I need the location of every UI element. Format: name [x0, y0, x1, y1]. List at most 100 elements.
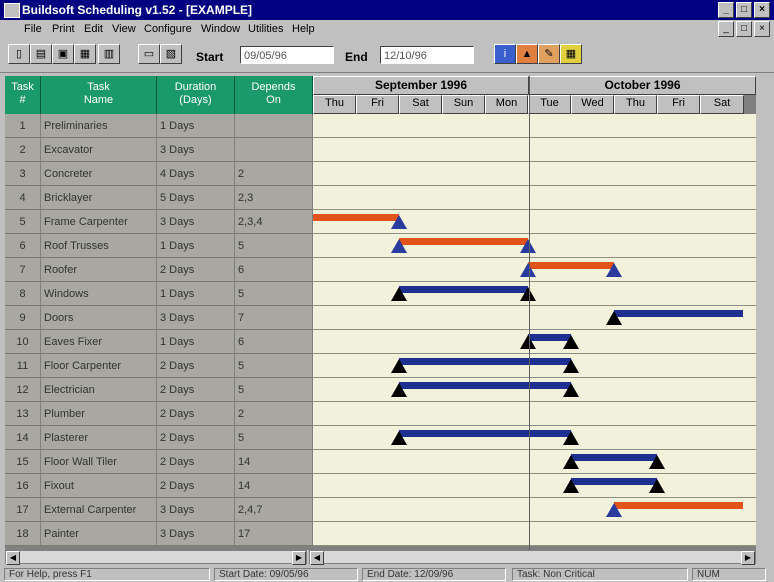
- gantt-row[interactable]: [313, 402, 756, 426]
- scroll-right-icon[interactable]: ▶: [292, 551, 306, 565]
- task-duration-cell[interactable]: 2 Days: [157, 426, 235, 450]
- task-duration-cell[interactable]: 1 Days: [157, 114, 235, 138]
- milestone-marker-icon[interactable]: [563, 335, 579, 349]
- task-name-cell[interactable]: Roofer: [41, 258, 157, 282]
- gantt-row[interactable]: [313, 186, 756, 210]
- task-row[interactable]: 18 Painter 3 Days 17: [5, 522, 756, 546]
- save-icon[interactable]: ▣: [52, 44, 74, 64]
- menu-print[interactable]: Print: [52, 23, 75, 35]
- task-name-cell[interactable]: Bricklayer: [41, 186, 157, 210]
- task-duration-cell[interactable]: 2 Days: [157, 378, 235, 402]
- task-row[interactable]: 1 Preliminaries 1 Days: [5, 114, 756, 138]
- gantt-row[interactable]: [313, 426, 756, 450]
- milestone-marker-icon[interactable]: [391, 431, 407, 445]
- task-depends-cell[interactable]: 2,3: [235, 186, 313, 210]
- task-depends-cell[interactable]: 2: [235, 162, 313, 186]
- chart-icon[interactable]: ▲: [516, 44, 538, 64]
- task-num-cell[interactable]: 6: [5, 234, 41, 258]
- gantt-row[interactable]: [313, 282, 756, 306]
- milestone-marker-icon[interactable]: [563, 431, 579, 445]
- task-row[interactable]: 13 Plumber 2 Days 2: [5, 402, 756, 426]
- task-row[interactable]: 2 Excavator 3 Days: [5, 138, 756, 162]
- milestone-marker-icon[interactable]: [391, 239, 407, 253]
- task-row[interactable]: 3 Concreter 4 Days 2: [5, 162, 756, 186]
- gantt-row[interactable]: [313, 522, 756, 546]
- task-row[interactable]: 10 Eaves Fixer 1 Days 6: [5, 330, 756, 354]
- scroll-left-icon[interactable]: ◀: [6, 551, 20, 565]
- task-name-cell[interactable]: Preliminaries: [41, 114, 157, 138]
- milestone-marker-icon[interactable]: [649, 479, 665, 493]
- task-depends-cell[interactable]: [235, 138, 313, 162]
- gantt-bar[interactable]: [399, 286, 528, 293]
- gantt-row[interactable]: [313, 138, 756, 162]
- task-duration-cell[interactable]: 3 Days: [157, 138, 235, 162]
- task-num-cell[interactable]: 10: [5, 330, 41, 354]
- header-task-num[interactable]: Task #: [5, 76, 41, 114]
- task-num-cell[interactable]: 8: [5, 282, 41, 306]
- gantt-row[interactable]: [313, 162, 756, 186]
- chart-horizontal-scrollbar[interactable]: ◀ ▶: [309, 550, 756, 565]
- gantt-bar[interactable]: [528, 262, 614, 269]
- menu-help[interactable]: Help: [292, 23, 315, 35]
- task-row[interactable]: 11 Floor Carpenter 2 Days 5: [5, 354, 756, 378]
- milestone-marker-icon[interactable]: [520, 263, 536, 277]
- open-icon[interactable]: ▤: [30, 44, 52, 64]
- gantt-row[interactable]: [313, 210, 756, 234]
- task-duration-cell[interactable]: 4 Days: [157, 162, 235, 186]
- task-depends-cell[interactable]: 6: [235, 330, 313, 354]
- task-name-cell[interactable]: External Carpenter: [41, 498, 157, 522]
- milestone-marker-icon[interactable]: [649, 455, 665, 469]
- task-duration-cell[interactable]: 2 Days: [157, 474, 235, 498]
- milestone-marker-icon[interactable]: [391, 359, 407, 373]
- task-duration-cell[interactable]: 2 Days: [157, 402, 235, 426]
- task-name-cell[interactable]: Plasterer: [41, 426, 157, 450]
- task-num-cell[interactable]: 4: [5, 186, 41, 210]
- task-row[interactable]: 15 Floor Wall Tiler 2 Days 14: [5, 450, 756, 474]
- task-duration-cell[interactable]: 1 Days: [157, 330, 235, 354]
- milestone-marker-icon[interactable]: [520, 335, 536, 349]
- menu-utilities[interactable]: Utilities: [248, 23, 283, 35]
- task-duration-cell[interactable]: 2 Days: [157, 354, 235, 378]
- gantt-bar[interactable]: [399, 382, 571, 389]
- task-depends-cell[interactable]: 2,4,7: [235, 498, 313, 522]
- milestone-marker-icon[interactable]: [391, 287, 407, 301]
- gantt-row[interactable]: [313, 258, 756, 282]
- task-num-cell[interactable]: 1: [5, 114, 41, 138]
- task-depends-cell[interactable]: 5: [235, 234, 313, 258]
- task-depends-cell[interactable]: 2,3,4: [235, 210, 313, 234]
- mdi-minimize-button[interactable]: _: [718, 21, 734, 37]
- task-duration-cell[interactable]: 2 Days: [157, 450, 235, 474]
- gantt-bar[interactable]: [614, 310, 743, 317]
- system-menu-icon[interactable]: [4, 3, 20, 18]
- task-num-cell[interactable]: 7: [5, 258, 41, 282]
- table-horizontal-scrollbar[interactable]: ◀ ▶: [5, 550, 307, 565]
- task-row[interactable]: 14 Plasterer 2 Days 5: [5, 426, 756, 450]
- milestone-marker-icon[interactable]: [563, 455, 579, 469]
- task-depends-cell[interactable]: 5: [235, 282, 313, 306]
- task-duration-cell[interactable]: 3 Days: [157, 210, 235, 234]
- menu-window[interactable]: Window: [201, 23, 240, 35]
- milestone-marker-icon[interactable]: [606, 263, 622, 277]
- task-num-cell[interactable]: 18: [5, 522, 41, 546]
- milestone-marker-icon[interactable]: [563, 359, 579, 373]
- task-depends-cell[interactable]: 7: [235, 306, 313, 330]
- task-depends-cell[interactable]: 2: [235, 402, 313, 426]
- minimize-button[interactable]: _: [718, 2, 734, 18]
- gantt-bar[interactable]: [571, 478, 657, 485]
- task-row[interactable]: 17 External Carpenter 3 Days 2,4,7: [5, 498, 756, 522]
- task-row[interactable]: 4 Bricklayer 5 Days 2,3: [5, 186, 756, 210]
- task-num-cell[interactable]: 11: [5, 354, 41, 378]
- maximize-button[interactable]: □: [736, 2, 752, 18]
- task-num-cell[interactable]: 9: [5, 306, 41, 330]
- milestone-marker-icon[interactable]: [520, 239, 536, 253]
- task-row[interactable]: 16 Fixout 2 Days 14: [5, 474, 756, 498]
- task-depends-cell[interactable]: 5: [235, 378, 313, 402]
- task-duration-cell[interactable]: 3 Days: [157, 522, 235, 546]
- gantt-bar[interactable]: [571, 454, 657, 461]
- start-date-input[interactable]: 09/05/96: [240, 46, 334, 64]
- milestone-marker-icon[interactable]: [391, 215, 407, 229]
- gantt-bar[interactable]: [399, 238, 528, 245]
- task-name-cell[interactable]: Frame Carpenter: [41, 210, 157, 234]
- milestone-marker-icon[interactable]: [520, 287, 536, 301]
- menu-configure[interactable]: Configure: [144, 23, 192, 35]
